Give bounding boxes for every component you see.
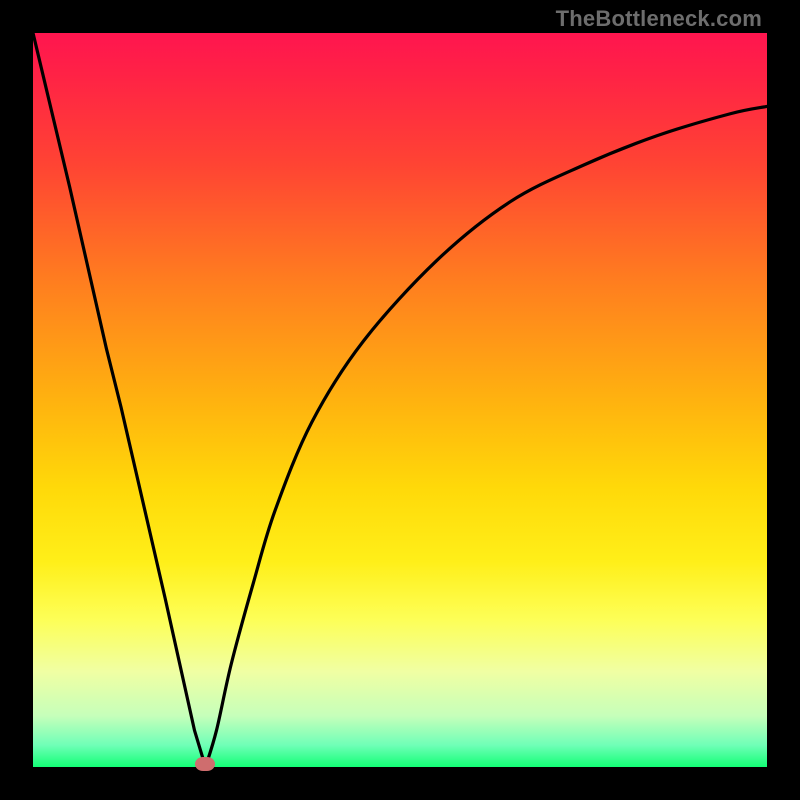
chart-plot-area	[33, 33, 767, 767]
bottleneck-curve	[33, 33, 767, 767]
chart-frame: TheBottleneck.com	[0, 0, 800, 800]
min-marker-dot	[195, 757, 215, 771]
watermark-text: TheBottleneck.com	[556, 6, 762, 32]
